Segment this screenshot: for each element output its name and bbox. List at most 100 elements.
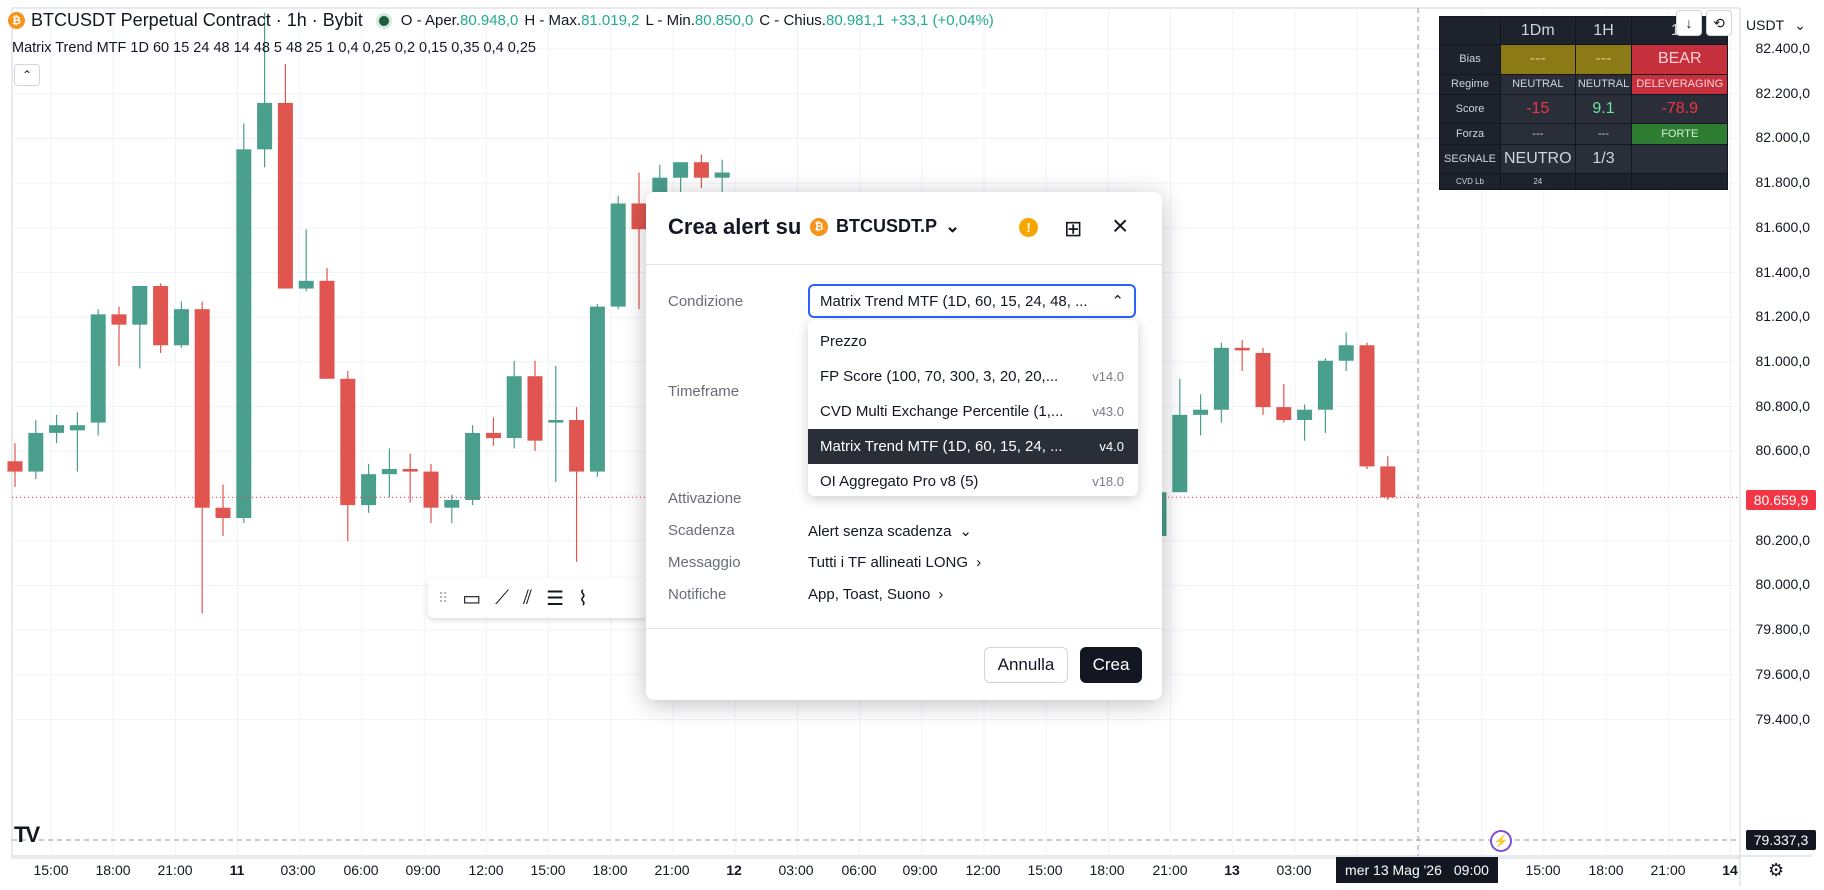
candle-body: [610, 203, 626, 307]
time-axis-label: 21:00: [654, 862, 690, 878]
option-label: Prezzo: [820, 333, 867, 350]
ohlc-values: O - Aper.80.948,0 H - Max.81.019,2 L - M…: [401, 12, 994, 29]
time-axis-label: 12:00: [965, 862, 1001, 878]
low-value: 80.850,0: [694, 12, 754, 29]
time-axis-label: 09:00: [902, 862, 938, 878]
price-axis-label: 79.400,0: [1755, 710, 1811, 727]
time-axis-label: 15:00: [1027, 862, 1063, 878]
mtf-cell: 1/3: [1574, 143, 1633, 175]
candle-body: [69, 425, 85, 431]
mtf-cell: ---: [1574, 123, 1633, 145]
high-label: H - Max.: [524, 12, 582, 29]
tradingview-logo-icon[interactable]: TV: [14, 822, 40, 848]
time-axis-label: 14: [1722, 862, 1738, 878]
candle-body: [361, 474, 377, 506]
mtf-table: 1Dm 1H 15 Bias --- --- BEAR Regime NEUTR…: [1439, 16, 1728, 190]
option-version: v43.0: [1092, 404, 1124, 419]
mtf-cell: -78.9: [1631, 93, 1728, 125]
chevron-down-icon: ⌄: [945, 216, 961, 236]
warning-icon[interactable]: !: [1019, 218, 1038, 237]
activation-label: Attivazione: [668, 490, 742, 507]
dropdown-option[interactable]: FP Score (100, 70, 300, 3, 20, 20,... v14…: [808, 359, 1138, 394]
gear-icon[interactable]: ⚙: [1768, 860, 1784, 881]
bitcoin-icon: ₿: [8, 12, 25, 29]
restore-icon[interactable]: ⟲: [1706, 10, 1732, 36]
close-icon[interactable]: ×: [1112, 212, 1128, 240]
mtf-cell: NEUTRAL: [1574, 73, 1633, 95]
chevron-right-icon: ›: [976, 554, 982, 571]
dialog-title: Crea alert su: [668, 214, 802, 239]
mtf-row-label: Forza: [1439, 123, 1501, 145]
mtf-row-label: Score: [1439, 93, 1501, 125]
option-version: v14.0: [1092, 369, 1124, 384]
candle-body: [194, 309, 210, 508]
price-axis-label: 81.400,0: [1755, 263, 1811, 280]
chevron-up-icon: ⌃: [1111, 293, 1124, 310]
mtf-cell: [1574, 173, 1633, 190]
mtf-col-header: 1Dm: [1500, 16, 1576, 45]
collapse-legend-button[interactable]: ⌃: [14, 64, 40, 86]
time-axis-label: 21:00: [1152, 862, 1188, 878]
crosshair-date: mer 13 Mag '26: [1345, 862, 1442, 878]
currency-selector[interactable]: USDT ⌄: [1738, 12, 1814, 38]
create-alert-dialog: Crea alert su ₿ BTCUSDT.P ⌄ ! ⊞ × Condiz…: [646, 192, 1162, 700]
create-button[interactable]: Crea: [1080, 647, 1142, 683]
horizontal-lines-tool-icon[interactable]: ☰: [546, 586, 564, 611]
trend-line-tool-icon[interactable]: ⟋: [495, 587, 509, 610]
price-axis-label: 81.800,0: [1755, 174, 1811, 191]
notifications-selector[interactable]: App, Toast, Suono ›: [808, 586, 943, 603]
cancel-button[interactable]: Annulla: [984, 647, 1068, 683]
symbol-label: BTCUSDT.P: [836, 216, 938, 236]
download-icon[interactable]: ↓: [1676, 10, 1702, 36]
indicator-legend[interactable]: Matrix Trend MTF 1D 60 15 24 48 14 48 5 …: [12, 40, 536, 56]
time-axis-label: 15:00: [530, 862, 566, 878]
mtf-cell: ---: [1574, 44, 1633, 75]
price-axis-label: 81.000,0: [1755, 352, 1811, 369]
time-axis-label: 21:00: [1650, 862, 1686, 878]
time-axis-label: 03:00: [1276, 862, 1312, 878]
mtf-cell: NEUTRO: [1500, 143, 1576, 175]
time-axis-label: 18:00: [95, 862, 131, 878]
low-label: L - Min.: [645, 12, 695, 29]
dropdown-option[interactable]: Prezzo: [808, 324, 1138, 359]
message-selector[interactable]: Tutti i TF allineati LONG ›: [808, 554, 981, 571]
condition-dropdown: Prezzo FP Score (100, 70, 300, 3, 20, 20…: [808, 320, 1138, 496]
drag-handle-icon[interactable]: ⠿: [438, 590, 448, 607]
candle-body: [548, 420, 564, 423]
drawing-toolbar: ⠿ ▭ ⟋ ⫽ ☰ ⌇: [428, 578, 648, 618]
dropdown-option[interactable]: CVD Multi Exchange Percentile (1,... v43.…: [808, 394, 1138, 429]
candle-body: [277, 102, 293, 289]
candle-body: [527, 376, 543, 441]
time-axis-label: 03:00: [280, 862, 316, 878]
parallel-channel-tool-icon[interactable]: ⫽: [523, 587, 532, 610]
dropdown-option[interactable]: OI Aggregato Pro v8 (5) v18.0: [808, 464, 1138, 499]
expiry-selector[interactable]: Alert senza scadenza ⌄: [808, 522, 972, 541]
mtf-cell: 9.1: [1574, 93, 1633, 125]
symbol-selector[interactable]: ₿ BTCUSDT.P ⌄: [810, 216, 960, 237]
dropdown-option-selected[interactable]: Matrix Trend MTF (1D, 60, 15, 24, ... v4.…: [808, 429, 1138, 464]
candle-body: [1276, 407, 1292, 421]
path-tool-icon[interactable]: ⌇: [578, 586, 588, 611]
symbol-title[interactable]: BTCUSDT Perpetual Contract · 1h · Bybit: [31, 10, 363, 31]
price-axis-label: 80.000,0: [1755, 576, 1811, 593]
candle-body: [673, 162, 689, 178]
time-axis-label: 12: [726, 862, 742, 878]
candle-body: [1380, 466, 1396, 498]
candle-body: [257, 102, 273, 150]
time-axis-label: 13: [1224, 862, 1240, 878]
candle-body: [319, 280, 335, 379]
condition-select[interactable]: Matrix Trend MTF (1D, 60, 15, 24, 48, ..…: [808, 284, 1136, 318]
option-label: FP Score (100, 70, 300, 3, 20, 20,...: [820, 368, 1059, 385]
candle-body: [423, 471, 439, 508]
time-axis-label: 03:00: [778, 862, 814, 878]
candle-body: [1359, 345, 1375, 467]
rectangle-tool-icon[interactable]: ▭: [462, 586, 481, 611]
time-axis-label: 09:00: [405, 862, 441, 878]
price-axis-label: 81.600,0: [1755, 218, 1811, 235]
lightning-icon[interactable]: ⚡: [1490, 830, 1512, 852]
candle-body: [381, 469, 397, 475]
candle-body: [485, 432, 501, 439]
time-axis-label: 06:00: [841, 862, 877, 878]
add-widget-icon[interactable]: ⊞: [1064, 216, 1082, 242]
price-axis-label: 82.200,0: [1755, 84, 1811, 101]
